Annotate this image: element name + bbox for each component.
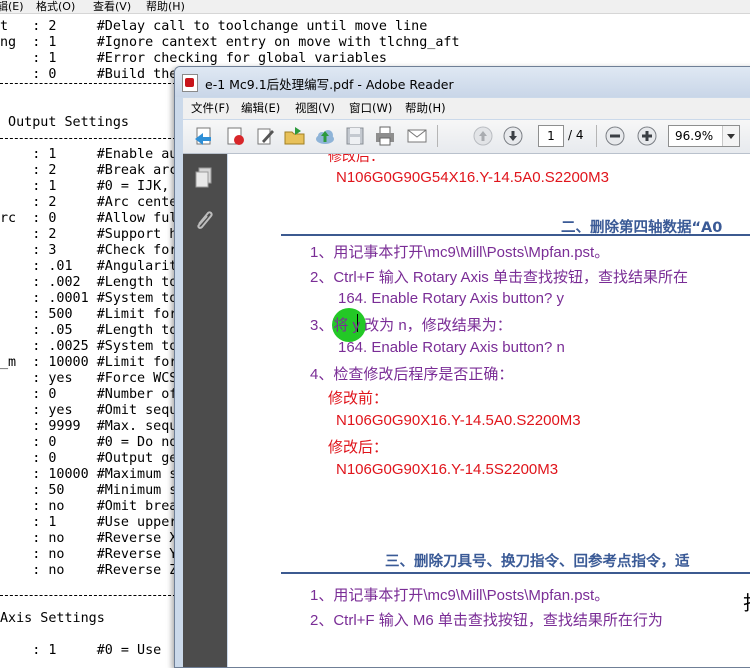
code-line: : no #Reverse X: [0, 531, 178, 546]
editor-menu-view[interactable]: 查看(V): [93, 0, 131, 14]
section-separator: [0, 595, 176, 596]
create-pdf-icon[interactable]: [193, 125, 217, 147]
convert-pdf-icon[interactable]: [223, 125, 247, 147]
next-page-icon[interactable]: [501, 125, 525, 147]
before-label: 修改前：: [328, 390, 389, 407]
email-icon[interactable]: [405, 125, 429, 147]
page-total: / 4: [568, 128, 584, 142]
code-line: : no #Omit break: [0, 499, 186, 514]
step1-text: 1、用记事本打开\mc9\Mill\Posts\Mpfan.pst。: [310, 244, 610, 261]
toolbar-separator: [596, 125, 597, 147]
step2-text: 2、Ctrl+F 输入 Rotary Axis 单击查找按钮，查找结果所在: [310, 269, 688, 286]
code-line: : .01 #Angularity: [0, 259, 186, 274]
code-line: Axis Settings: [0, 611, 105, 626]
menu-view[interactable]: 视图(V): [295, 100, 335, 116]
code-line: : 2 #Support he: [0, 227, 186, 242]
code-line: t : 2 #Delay call to toolchange until mo…: [0, 19, 428, 34]
zoom-out-icon[interactable]: [603, 125, 627, 147]
editor-menubar: 辑(E) 格式(O) 查看(V) 帮助(H): [0, 0, 750, 14]
print-icon[interactable]: [373, 125, 397, 147]
code-line: : yes #Force WCS: [0, 371, 178, 386]
toolbar: 1 / 4 96.9%: [183, 120, 750, 154]
code-line: Output Settings: [0, 115, 129, 130]
menu-help[interactable]: 帮助(H): [405, 100, 446, 116]
page-thumbnails-icon[interactable]: [191, 164, 217, 190]
section-separator: [0, 138, 176, 139]
menu-bar: 文件(F) 编辑(E) 视图(V) 窗口(W) 帮助(H): [183, 98, 750, 119]
edit-pdf-icon[interactable]: [253, 125, 277, 147]
code-line: : 9999 #Max. seque: [0, 419, 186, 434]
before-code: N106G0G90X16.Y-14.5A0.S2200M3: [336, 412, 581, 429]
code-line: : 50 #Minimum sp: [0, 483, 186, 498]
code-line: : .05 #Length tol: [0, 323, 186, 338]
code-line: : 1 #Enable aut: [0, 147, 186, 162]
side-character: 打: [743, 587, 750, 616]
pdf-document-page[interactable]: 修改后： N106G0G90G54X16.Y-14.5A0.S2200M3 二、…: [228, 154, 750, 667]
heading-divider: [281, 572, 750, 574]
toolbar-separator: [437, 125, 438, 147]
upload-cloud-icon[interactable]: [313, 125, 337, 147]
code-line: rc : 0 #Allow full: [0, 211, 186, 226]
chevron-down-icon[interactable]: [722, 126, 739, 146]
code-line: : 2 #Arc center: [0, 195, 186, 210]
heading-divider: [281, 234, 750, 236]
code-line: : 0 #0 = Do not: [0, 435, 186, 450]
step3-result: 164. Enable Rotary Axis button? n: [338, 339, 565, 356]
after-code: N106G0G90X16.Y-14.5S2200M3: [336, 461, 559, 478]
code-line: : .0025 #System tol: [0, 339, 186, 354]
window-title: e-1 Mc9.1后处理编写.pdf - Adobe Reader: [205, 77, 454, 92]
top-code: N106G0G90G54X16.Y-14.5A0.S2200M3: [336, 169, 609, 186]
code-line: : 0 #Output gea: [0, 451, 186, 466]
code-line: : yes #Omit seque: [0, 403, 186, 418]
after-label: 修改后：: [328, 439, 389, 456]
code-line: : 0 #Number of: [0, 387, 178, 402]
zoom-in-icon[interactable]: [635, 125, 659, 147]
section-separator: [0, 83, 176, 84]
editor-menu-format[interactable]: 格式(O): [36, 0, 75, 14]
code-line: : no #Reverse Z: [0, 563, 178, 578]
code-line: : 3 #Check for: [0, 243, 178, 258]
code-line: : 2 #Break arcs: [0, 163, 186, 178]
code-line: : .0001 #System tol: [0, 291, 186, 306]
zoom-level-value: 96.9%: [675, 129, 714, 143]
navigation-side-panel: [183, 154, 227, 667]
open-folder-icon[interactable]: [283, 125, 307, 147]
code-line: : 1 #Use upperc: [0, 515, 186, 530]
adobe-reader-window: e-1 Mc9.1后处理编写.pdf - Adobe Reader 文件(F) …: [174, 66, 750, 668]
step3-text: 3、将 y 改为 n，修改结果为：: [310, 317, 512, 334]
attachments-paperclip-icon[interactable]: [191, 206, 217, 232]
previous-page-icon[interactable]: [471, 125, 495, 147]
editor-menu-edit[interactable]: 辑(E): [0, 0, 24, 14]
page-number-input[interactable]: 1: [538, 125, 564, 147]
menu-window[interactable]: 窗口(W): [349, 100, 392, 116]
step3-1-text: 1、用记事本打开\mc9\Mill\Posts\Mpfan.pst。: [310, 587, 610, 604]
code-line: : 1 #0 = Use: [0, 643, 162, 658]
menu-file[interactable]: 文件(F): [191, 100, 230, 116]
section3-heading: 三、删除刀具号、换刀指令、回参考点指令，适: [385, 554, 690, 570]
code-line: : 1 #Error checking for global variables: [0, 51, 387, 66]
code-line: : 1 #0 = IJK, 1: [0, 179, 186, 194]
pdf-app-icon: [182, 74, 198, 92]
step3-2-text: 2、Ctrl+F 输入 M6 单击查找按钮，查找结果所在行为: [310, 612, 663, 629]
menu-edit[interactable]: 编辑(E): [241, 100, 280, 116]
code-line: : 500 #Limit for: [0, 307, 178, 322]
step2-result: 164. Enable Rotary Axis button? y: [338, 290, 564, 307]
code-line: : .002 #Length tol: [0, 275, 186, 290]
save-icon[interactable]: [343, 125, 367, 147]
code-line: : no #Reverse Y: [0, 547, 178, 562]
editor-menu-help[interactable]: 帮助(H): [146, 0, 185, 14]
zoom-level-select[interactable]: 96.9%: [668, 125, 740, 147]
code-line: _m : 10000 #Limit for: [0, 355, 178, 370]
code-line: ng : 1 #Ignore cantext entry on move wit…: [0, 35, 460, 50]
top-label: 修改后：: [328, 154, 384, 164]
step4-text: 4、检查修改后程序是否正确：: [310, 366, 514, 383]
code-line: : 10000 #Maximum sp: [0, 467, 186, 482]
code-line: : 0 #Build the: [0, 67, 178, 82]
title-bar[interactable]: e-1 Mc9.1后处理编写.pdf - Adobe Reader: [175, 67, 750, 97]
